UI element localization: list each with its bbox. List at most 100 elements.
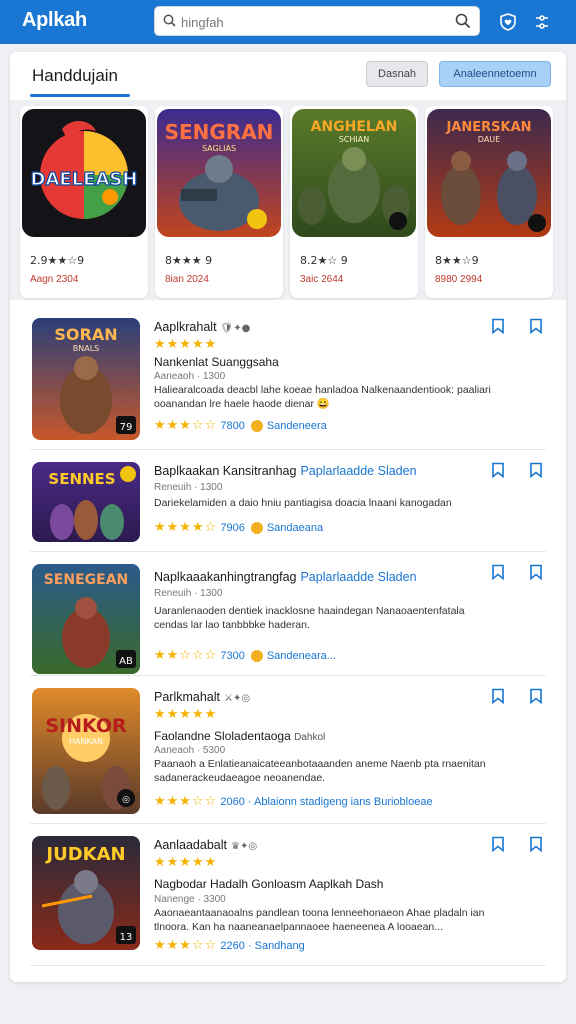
- game-thumbnail[interactable]: DAELEASH: [22, 109, 146, 237]
- game-thumbnail[interactable]: SENGRAN SAGLIAS: [157, 109, 281, 237]
- list-item[interactable]: 79 SORAN BNALS Aaplkrahalt 🛡✦● ★★★★★ Nank…: [30, 306, 546, 450]
- item-title-link[interactable]: Paplarlaadde Sladen: [300, 464, 416, 478]
- bookmark-icon[interactable]: [528, 564, 544, 580]
- thumbnail-badge: AB: [119, 656, 133, 667]
- bookmark-icon[interactable]: [528, 688, 544, 704]
- footer-link[interactable]: Ablaionn stadigeng ians Buriobloeae: [254, 796, 433, 808]
- footer-score: 2260: [220, 940, 245, 952]
- card-date: 8ian 2024: [165, 274, 209, 285]
- featured-card[interactable]: SENGRAN SAGLIAS 8★★★ 9 8ian 2024: [155, 106, 283, 298]
- item-title[interactable]: Naplkaaakanhingtrangfag Paplarlaadde Slad…: [154, 570, 417, 584]
- game-art-title: DAELEASH: [31, 169, 138, 190]
- bookmark-icon[interactable]: [528, 318, 544, 334]
- bookmark-icon[interactable]: [490, 462, 506, 478]
- game-thumbnail[interactable]: SENNES: [32, 462, 140, 542]
- secondary-button[interactable]: Dasnah: [366, 61, 428, 87]
- item-title-text: Aaplkrahalt: [154, 320, 217, 334]
- search-input[interactable]: [181, 11, 441, 33]
- thumbnail-badge: 13: [120, 932, 133, 943]
- primary-button[interactable]: Analeennetoemn: [439, 61, 551, 87]
- item-title-link[interactable]: Paplarlaadde Sladen: [300, 570, 416, 584]
- item-title[interactable]: Aanlaadabalt ♛✦◎: [154, 838, 257, 852]
- footer-stars: ★★★☆☆: [154, 938, 218, 953]
- item-subtitle: Nagbodar Hadalh Gonloasm Aaplkah Dash: [154, 877, 384, 891]
- footer-stars: ★★★☆☆: [154, 794, 218, 809]
- bookmark-icon[interactable]: [490, 836, 506, 852]
- item-title[interactable]: Baplkaakan Kansitranhag Paplarlaadde Slad…: [154, 464, 417, 478]
- item-footer: ★★★☆☆ 2060 · Ablaionn stadigeng ians Bur…: [154, 794, 433, 809]
- footer-link[interactable]: Sandeneera: [267, 420, 327, 432]
- item-footer: ★★★☆☆ 2260 · Sandhang: [154, 938, 305, 953]
- bookmark-icon[interactable]: [490, 564, 506, 580]
- game-thumbnail[interactable]: JANERSKAN DAUE: [427, 109, 551, 237]
- footer-score: 2060: [220, 796, 245, 808]
- item-footer: ★★★★☆ 7906 Sandaeana: [154, 520, 323, 535]
- game-thumbnail[interactable]: ◎ SINKOR HANKAN: [32, 688, 140, 814]
- list-item[interactable]: 13 JUDKAN Aanlaadabalt ♛✦◎ ★★★★★ Nagbodar…: [30, 824, 546, 966]
- bookmark-icon[interactable]: [490, 688, 506, 704]
- game-thumbnail[interactable]: 79 SORAN BNALS: [32, 318, 140, 440]
- page-title: Handdujain: [32, 66, 119, 85]
- item-title-text: Baplkaakan Kansitranhag: [154, 464, 297, 478]
- app-brand[interactable]: Aplkah: [22, 9, 87, 32]
- coin-icon: [250, 650, 263, 663]
- item-description: Aaonaeantaanaoalns pandlean toona lennee…: [154, 907, 485, 933]
- thumbnail-badge: 79: [120, 422, 133, 433]
- item-subtitle: Faolandne Sloladentaoga Dahkol: [154, 729, 325, 743]
- item-subtitle-text: Faolandne Sloladentaoga: [154, 729, 291, 743]
- game-art-title: SENNES: [48, 470, 115, 488]
- heart-shield-icon[interactable]: [496, 10, 520, 34]
- item-title[interactable]: Parlkmahalt ⚔✦◎: [154, 690, 250, 704]
- list-item[interactable]: AB SENEGEAN Naplkaaakanhingtrangfag Papla…: [30, 552, 546, 676]
- item-description: Paanaoh a Enlatieanaicateeanbotaaanden a…: [154, 758, 486, 784]
- footer-stars: ★★☆☆☆: [154, 648, 218, 663]
- footer-link[interactable]: Sandaeana: [267, 522, 323, 534]
- item-subtitle-tag: Dahkol: [294, 732, 326, 743]
- item-emoji-tags: 🛡✦●: [220, 323, 251, 334]
- bookmark-icon[interactable]: [490, 318, 506, 334]
- game-art-subtitle: SAGLIAS: [202, 144, 236, 153]
- game-art-title: SENGRAN: [165, 120, 274, 144]
- item-title[interactable]: Aaplkrahalt 🛡✦●: [154, 320, 250, 334]
- game-art-subtitle: HANKAN: [69, 737, 103, 746]
- featured-card[interactable]: ANGHELAN SCHIAN 8.2★☆ 9 3aic 2644: [290, 106, 418, 298]
- bookmark-icon[interactable]: [528, 836, 544, 852]
- game-art-subtitle: SCHIAN: [339, 135, 370, 144]
- thumbnail-badge: ◎: [122, 795, 130, 805]
- search-icon[interactable]: [455, 13, 471, 34]
- item-footer: ★★★☆☆ 7800 Sandeneera: [154, 418, 327, 433]
- list-item[interactable]: ◎ SINKOR HANKAN Parlkmahalt ⚔✦◎ ★★★★★ Fao…: [30, 676, 546, 824]
- game-art-subtitle: BNALS: [73, 344, 99, 353]
- search-bar[interactable]: [154, 6, 480, 36]
- item-title-text: Aanlaadabalt: [154, 838, 227, 852]
- item-footer: ★★☆☆☆ 7300 Sandeneara...: [154, 648, 336, 663]
- star-rating: ★★★★★: [154, 855, 218, 870]
- list-item[interactable]: SENNES Baplkaakan Kansitranhag Paplarlaad…: [30, 450, 546, 552]
- item-meta: Reneuih · 1300: [154, 482, 223, 493]
- search-icon: [163, 14, 176, 32]
- shuffle-icon[interactable]: [530, 10, 554, 34]
- game-art-title: SORAN: [54, 325, 117, 344]
- item-description: Haliearalcoada deacbl lahe koeae hanlado…: [154, 384, 491, 410]
- game-thumbnail[interactable]: 13 JUDKAN: [32, 836, 140, 950]
- game-art-title: SINKOR: [45, 715, 127, 737]
- item-emoji-tags: ⚔✦◎: [224, 693, 251, 704]
- game-art-title: JUDKAN: [44, 844, 125, 865]
- footer-score: 7906: [220, 522, 245, 534]
- footer-link[interactable]: Sandeneara...: [267, 650, 336, 662]
- featured-card[interactable]: JANERSKAN DAUE 8★★☆9 8980 2994: [425, 106, 553, 298]
- footer-score: 7800: [220, 420, 245, 432]
- item-description: Uaranlenaoden dentiek inacklosne haainde…: [154, 605, 465, 631]
- game-thumbnail[interactable]: AB SENEGEAN: [32, 564, 140, 674]
- coin-icon: [250, 420, 263, 433]
- footer-link[interactable]: Sandhang: [255, 940, 305, 952]
- card-date: 8980 2994: [435, 274, 483, 285]
- item-meta: Reneuih · 1300: [154, 588, 223, 599]
- game-art-subtitle: DAUE: [478, 135, 500, 144]
- card-rating: 8★★☆9: [435, 254, 479, 267]
- game-thumbnail[interactable]: ANGHELAN SCHIAN: [292, 109, 416, 237]
- main-panel: Handdujain Dasnah Analeennetoemn DAELEAS…: [10, 52, 566, 982]
- item-subtitle: Nankenlat Suanggsaha: [154, 355, 279, 369]
- bookmark-icon[interactable]: [528, 462, 544, 478]
- featured-card[interactable]: DAELEASH 2.9★★☆9 Aagn 2304: [20, 106, 148, 298]
